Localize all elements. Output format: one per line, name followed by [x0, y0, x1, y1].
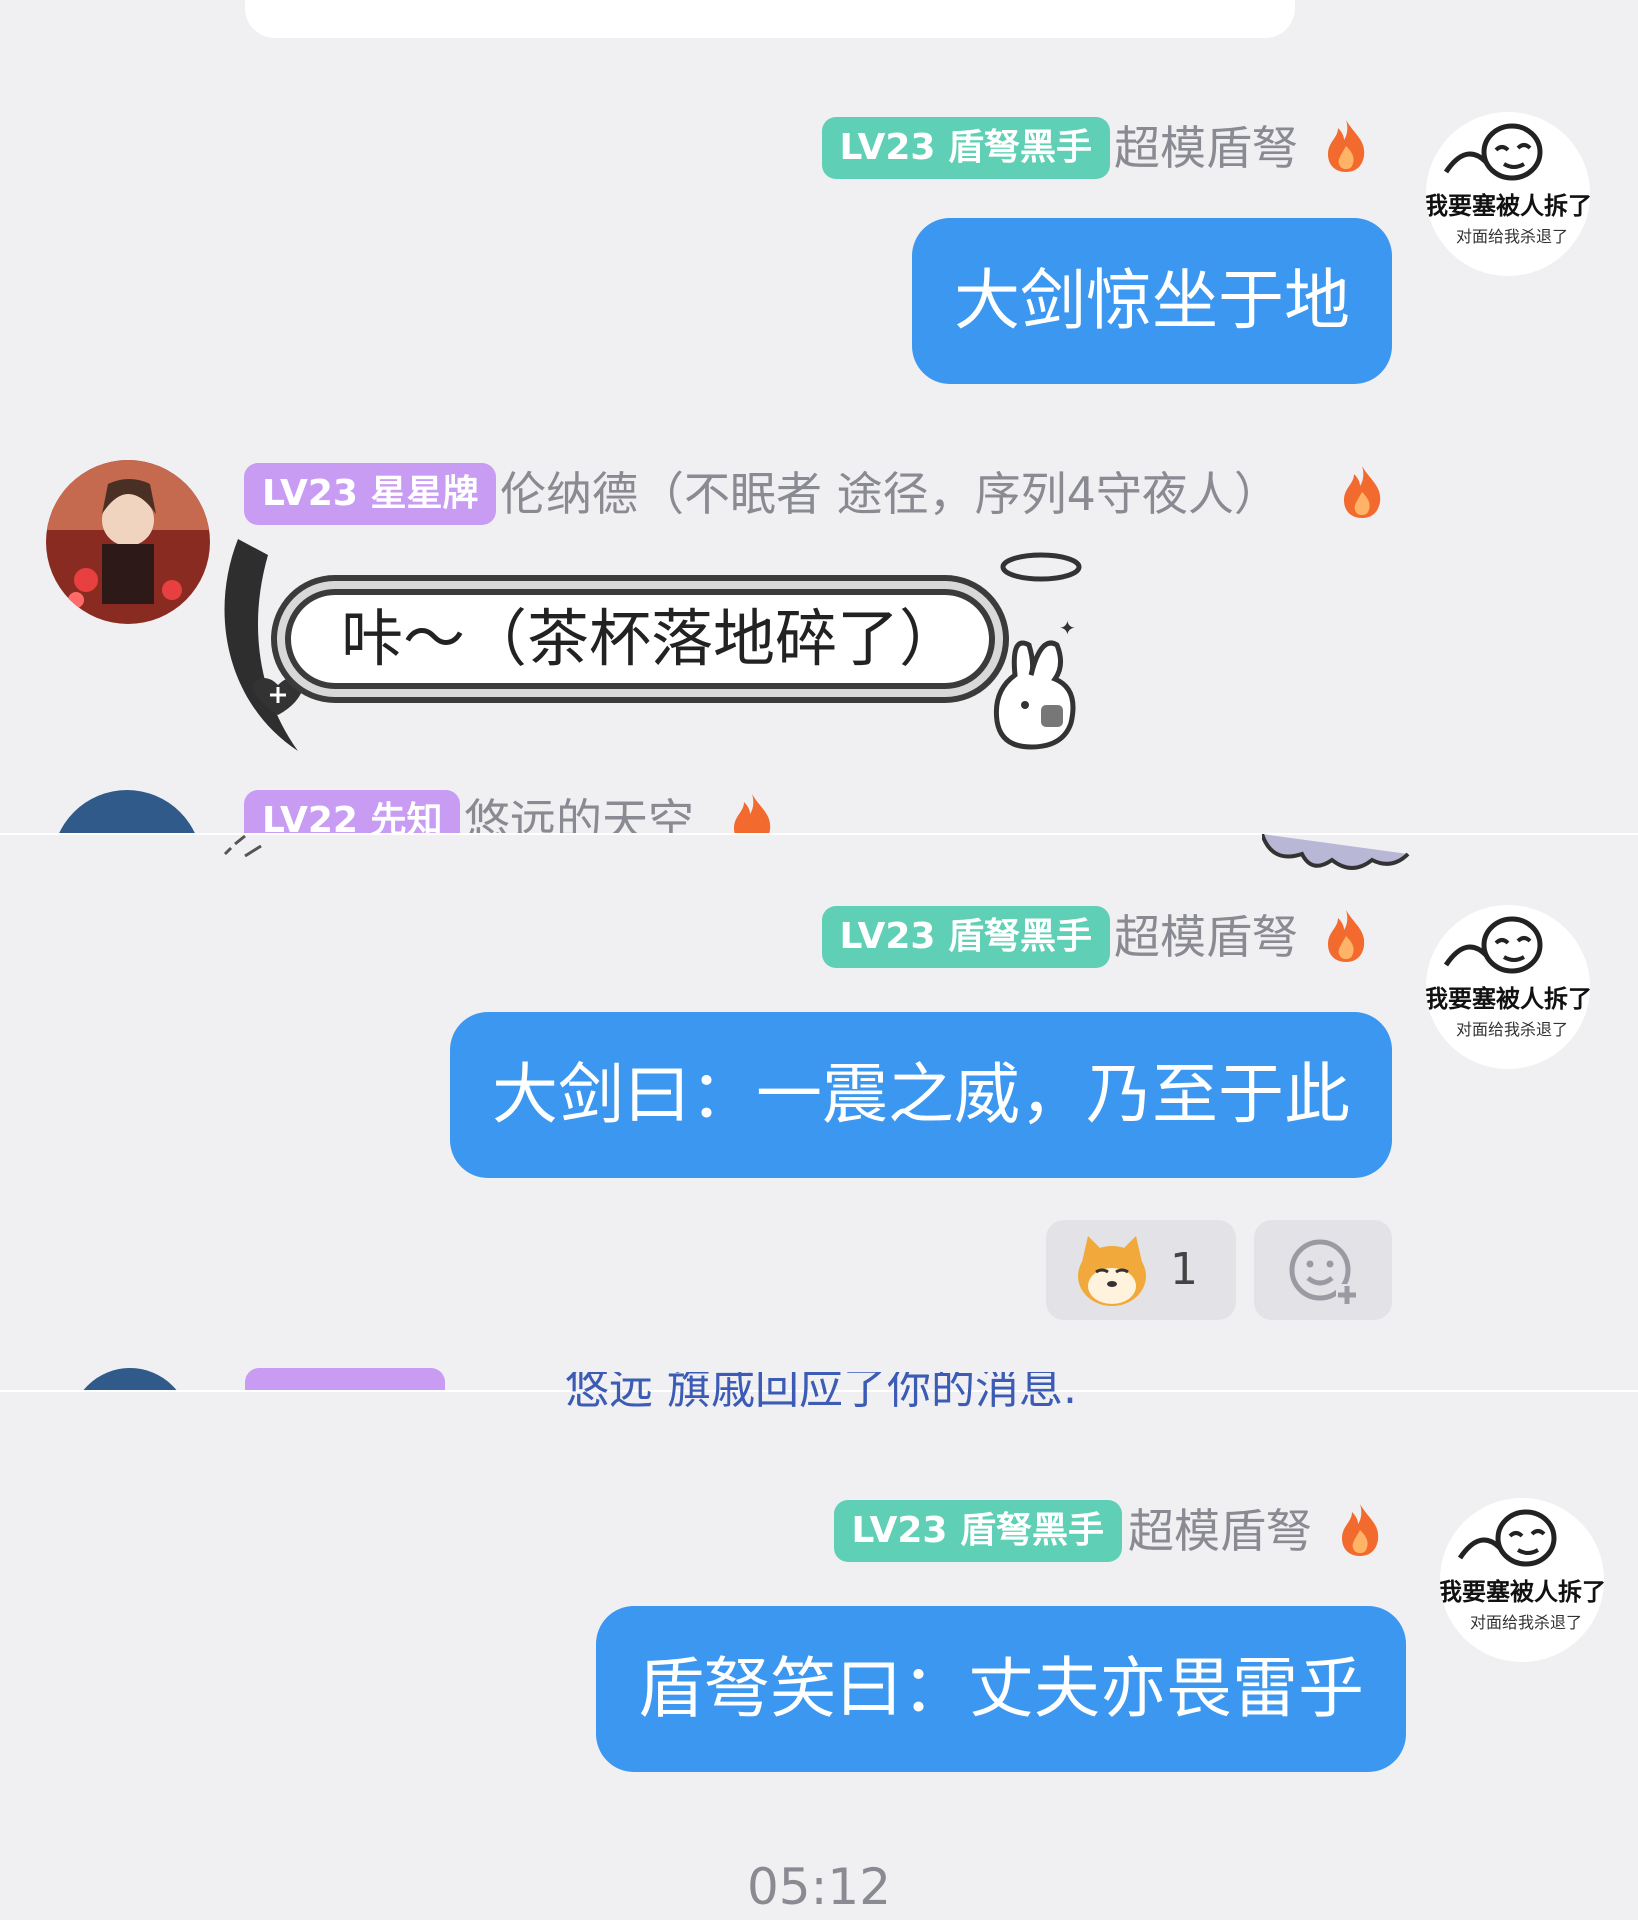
user-level-badge: LV22 先知: [244, 790, 461, 833]
user-avatar-anime[interactable]: [46, 460, 210, 624]
meme-avatar-icon: 我要塞被人拆了 对面给我杀退了: [1426, 112, 1590, 276]
previous-message-card: [245, 0, 1295, 38]
user-level-badge: LV23 盾弩黑手: [821, 906, 1110, 968]
svg-text:对面给我杀退了: 对面给我杀退了: [1456, 1020, 1568, 1039]
partial-message-row: LV22 先知 悠远的天空: [52, 788, 1412, 833]
svg-text:我要塞被人拆了: 我要塞被人拆了: [1440, 1578, 1604, 1606]
username[interactable]: 伦纳德（不眠者 途径，序列4守夜人）: [500, 463, 1280, 525]
add-reaction-button[interactable]: [1254, 1220, 1392, 1320]
bunny-decoration-icon: ✦: [993, 552, 1082, 750]
username[interactable]: 超模盾弩: [1128, 1500, 1312, 1562]
svg-text:我要塞被人拆了: 我要塞被人拆了: [1426, 192, 1590, 220]
message-bubble[interactable]: 大剑曰：一震之威，乃至于此: [450, 1012, 1392, 1178]
svg-text:我要塞被人拆了: 我要塞被人拆了: [1426, 985, 1590, 1013]
user-avatar-meme[interactable]: 我要塞被人拆了 对面给我杀退了: [1426, 905, 1590, 1069]
reaction-chip[interactable]: 1: [1046, 1220, 1236, 1320]
user-level-badge: LV23 星星牌: [244, 463, 497, 525]
meme-avatar-icon: 我要塞被人拆了 对面给我杀退了: [1440, 1498, 1604, 1662]
username: 悠远的天空: [464, 794, 694, 833]
timestamp: 05:12: [746, 1858, 892, 1916]
user-avatar-sky: [52, 790, 202, 833]
fire-icon: [1328, 910, 1365, 962]
user-level-badge: LV23 盾弩黑手: [821, 117, 1110, 179]
username[interactable]: 超模盾弩: [1114, 117, 1298, 179]
reply-notice: 悠远 旗戚回应了你的消息.: [565, 1372, 1077, 1414]
message-text: 咔～（茶杯落地碎了）: [341, 602, 962, 675]
add-emoji-icon: [1289, 1239, 1358, 1306]
ghost-decoration-icon: [1262, 834, 1410, 870]
fire-icon: [734, 794, 771, 833]
user-level-badge: [245, 1368, 445, 1390]
svg-text:✦: ✦: [1059, 616, 1076, 640]
username[interactable]: 超模盾弩: [1114, 906, 1298, 968]
user-avatar-meme[interactable]: 我要塞被人拆了 对面给我杀退了: [1440, 1498, 1604, 1662]
svg-text:对面给我杀退了: 对面给我杀退了: [1456, 227, 1568, 246]
sparkle-decoration-icon: [223, 834, 262, 858]
user-avatar-meme[interactable]: 我要塞被人拆了 对面给我杀退了: [1426, 112, 1590, 276]
fire-icon: [1328, 120, 1365, 172]
svg-text:对面给我杀退了: 对面给我杀退了: [1470, 1613, 1582, 1632]
reaction-count: 1: [1170, 1244, 1198, 1295]
message-bubble[interactable]: 大剑惊坐于地: [912, 218, 1392, 384]
meme-avatar-icon: 我要塞被人拆了 对面给我杀退了: [1426, 905, 1590, 1069]
message-bubble[interactable]: 盾弩笑曰：丈夫亦畏雷乎: [596, 1606, 1406, 1772]
shiba-emoji-icon: [1078, 1236, 1146, 1306]
anime-avatar-icon: [46, 460, 210, 624]
fire-icon: [1344, 466, 1381, 518]
frame-inner: 咔～（茶杯落地碎了）: [285, 589, 995, 689]
fire-icon: [1342, 1504, 1379, 1556]
message-bubble-framed[interactable]: 咔～（茶杯落地碎了）: [255, 565, 1025, 715]
user-level-badge: LV23 盾弩黑手: [833, 1500, 1122, 1562]
user-avatar-sky: [70, 1368, 190, 1390]
